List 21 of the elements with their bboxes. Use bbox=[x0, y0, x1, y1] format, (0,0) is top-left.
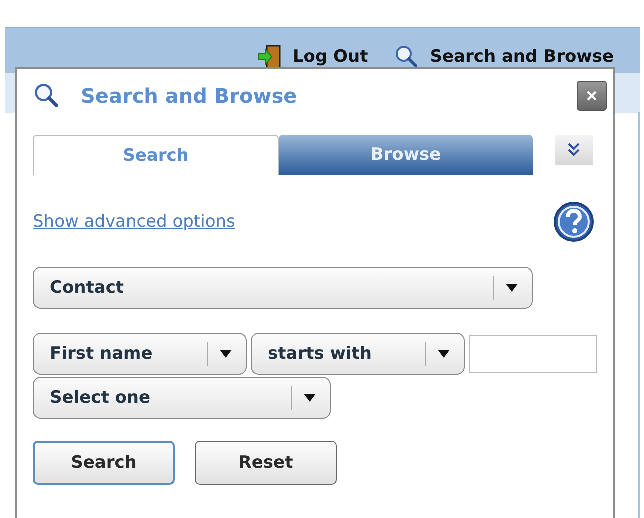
value-input-field[interactable] bbox=[469, 335, 597, 373]
search-icon bbox=[394, 44, 420, 70]
double-chevron-icon bbox=[567, 142, 581, 158]
dropdown-arrow-icon bbox=[506, 284, 518, 292]
close-icon bbox=[585, 89, 599, 103]
dropdown-arrow-icon bbox=[220, 350, 232, 358]
dropdown-arrow-icon bbox=[304, 394, 316, 402]
action-button[interactable]: Reset bbox=[195, 441, 337, 485]
help-icon[interactable] bbox=[553, 201, 595, 243]
close-button[interactable] bbox=[577, 81, 607, 111]
connector-dropdown[interactable]: Select one bbox=[33, 377, 331, 419]
operator-dropdown[interactable]: starts with bbox=[251, 333, 465, 375]
header-link[interactable]: Search and Browse bbox=[394, 44, 614, 70]
search-icon bbox=[33, 82, 61, 110]
object-dropdown[interactable]: Contact bbox=[33, 267, 533, 309]
collapse-button[interactable] bbox=[555, 135, 593, 165]
dropdown-arrow-icon bbox=[438, 350, 450, 358]
advanced-options-link[interactable]: Show advanced options bbox=[33, 212, 236, 232]
action-button[interactable]: Search bbox=[33, 441, 175, 485]
field-dropdown[interactable]: First name bbox=[33, 333, 247, 375]
dialog-title: Search and Browse bbox=[81, 84, 298, 108]
